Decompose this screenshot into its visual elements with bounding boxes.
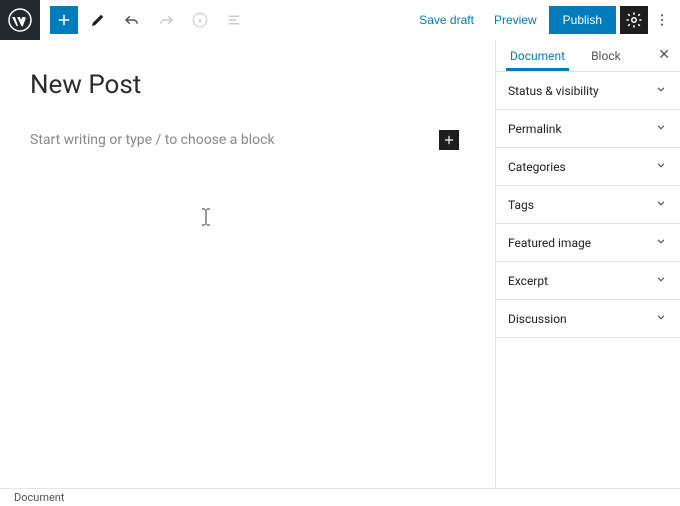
wordpress-icon <box>8 8 32 32</box>
outline-button <box>220 6 248 34</box>
panel-tags[interactable]: Tags <box>496 186 680 224</box>
plus-icon <box>442 133 456 147</box>
panel-featured-image[interactable]: Featured image <box>496 224 680 262</box>
top-toolbar: Save draft Preview Publish <box>0 0 680 40</box>
panel-discussion[interactable]: Discussion <box>496 300 680 338</box>
panel-status-visibility[interactable]: Status & visibility <box>496 72 680 110</box>
more-menu-button[interactable] <box>652 6 672 34</box>
panel-label: Excerpt <box>508 274 548 288</box>
content-placeholder[interactable]: Start writing or type / to choose a bloc… <box>30 132 275 148</box>
panel-categories[interactable]: Categories <box>496 148 680 186</box>
panel-label: Featured image <box>508 236 591 250</box>
text-cursor-icon <box>200 208 212 231</box>
panel-permalink[interactable]: Permalink <box>496 110 680 148</box>
add-block-button[interactable] <box>50 6 78 34</box>
preview-button[interactable]: Preview <box>486 7 545 33</box>
redo-icon <box>157 11 175 29</box>
settings-sidebar: Document Block ✕ Status & visibility Per… <box>495 40 680 488</box>
settings-button[interactable] <box>620 6 648 34</box>
chevron-down-icon <box>654 196 668 213</box>
pencil-icon <box>89 11 107 29</box>
info-button <box>186 6 214 34</box>
toolbar-left-group <box>40 6 248 34</box>
inline-add-block-button[interactable] <box>439 130 459 150</box>
undo-icon <box>123 11 141 29</box>
close-sidebar-button[interactable]: ✕ <box>658 48 670 62</box>
chevron-down-icon <box>654 310 668 327</box>
panel-label: Permalink <box>508 122 562 136</box>
toolbar-right-group: Save draft Preview Publish <box>411 0 672 40</box>
tab-document[interactable]: Document <box>506 41 569 71</box>
edit-mode-button[interactable] <box>84 6 112 34</box>
panel-excerpt[interactable]: Excerpt <box>496 262 680 300</box>
panel-label: Categories <box>508 160 566 174</box>
chevron-down-icon <box>654 234 668 251</box>
plus-icon <box>55 11 73 29</box>
chevron-down-icon <box>654 82 668 99</box>
editor-canvas[interactable]: New Post Start writing or type / to choo… <box>0 40 495 488</box>
tab-block[interactable]: Block <box>587 41 625 71</box>
info-icon <box>191 11 209 29</box>
sidebar-tabs: Document Block ✕ <box>496 40 680 72</box>
chevron-down-icon <box>654 120 668 137</box>
panel-label: Status & visibility <box>508 84 599 98</box>
save-draft-button[interactable]: Save draft <box>411 7 482 33</box>
panel-label: Discussion <box>508 312 567 326</box>
redo-button <box>152 6 180 34</box>
gear-icon <box>625 11 643 29</box>
chevron-down-icon <box>654 272 668 289</box>
post-title-input[interactable]: New Post <box>30 70 465 100</box>
kebab-icon <box>654 12 670 28</box>
panel-label: Tags <box>508 198 534 212</box>
chevron-down-icon <box>654 158 668 175</box>
close-icon: ✕ <box>658 47 670 63</box>
content-block-row: Start writing or type / to choose a bloc… <box>30 130 465 150</box>
footer-breadcrumb[interactable]: Document <box>0 488 680 506</box>
wordpress-logo[interactable] <box>0 0 40 40</box>
undo-button[interactable] <box>118 6 146 34</box>
breadcrumb-item: Document <box>14 491 64 504</box>
publish-button[interactable]: Publish <box>549 6 616 34</box>
list-icon <box>225 11 243 29</box>
